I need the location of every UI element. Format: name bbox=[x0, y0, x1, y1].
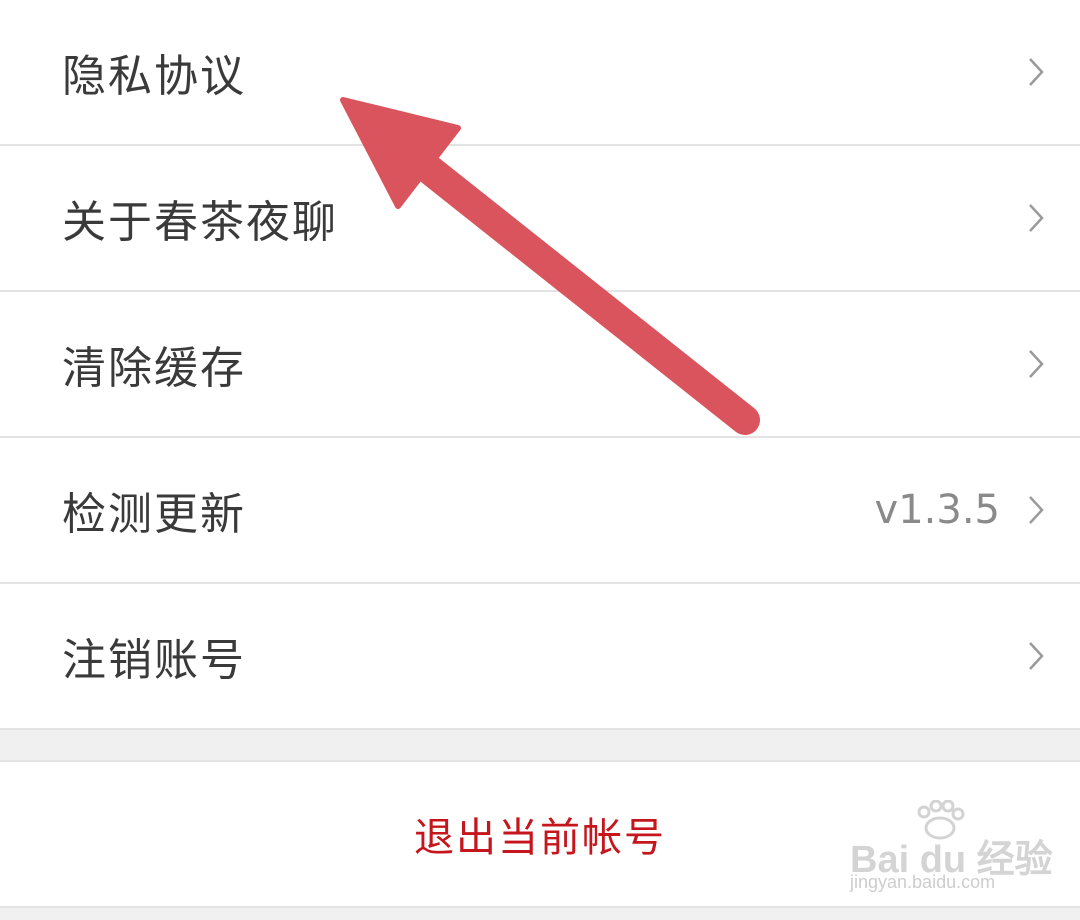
settings-item-privacy-policy[interactable]: 隐私协议 bbox=[0, 0, 1080, 146]
baidu-jingyan-watermark: Bai du 经验 jingyan.baidu.com bbox=[840, 800, 1060, 900]
chevron-right-icon bbox=[1029, 58, 1044, 86]
section-divider bbox=[0, 730, 1080, 762]
settings-item-about[interactable]: 关于春茶夜聊 bbox=[0, 146, 1080, 292]
settings-item-delete-account[interactable]: 注销账号 bbox=[0, 584, 1080, 730]
settings-item-check-update[interactable]: 检测更新 v1.3.5 bbox=[0, 438, 1080, 584]
chevron-right-icon bbox=[1029, 496, 1044, 524]
settings-item-label: 清除缓存 bbox=[62, 343, 246, 394]
settings-list: 隐私协议 关于春茶夜聊 清除缓存 检测更新 v1.3.5 注销账号 bbox=[0, 0, 1080, 730]
settings-item-label: 隐私协议 bbox=[62, 51, 246, 102]
bottom-divider bbox=[0, 908, 1080, 920]
watermark-url: jingyan.baidu.com bbox=[850, 872, 996, 892]
chevron-right-icon bbox=[1029, 642, 1044, 670]
settings-item-clear-cache[interactable]: 清除缓存 bbox=[0, 292, 1080, 438]
settings-item-label: 关于春茶夜聊 bbox=[62, 197, 338, 248]
chevron-right-icon bbox=[1029, 350, 1044, 378]
settings-item-label: 注销账号 bbox=[62, 635, 246, 686]
settings-item-label: 检测更新 bbox=[62, 489, 246, 540]
chevron-right-icon bbox=[1029, 204, 1044, 232]
version-value: v1.3.5 bbox=[874, 487, 1000, 533]
